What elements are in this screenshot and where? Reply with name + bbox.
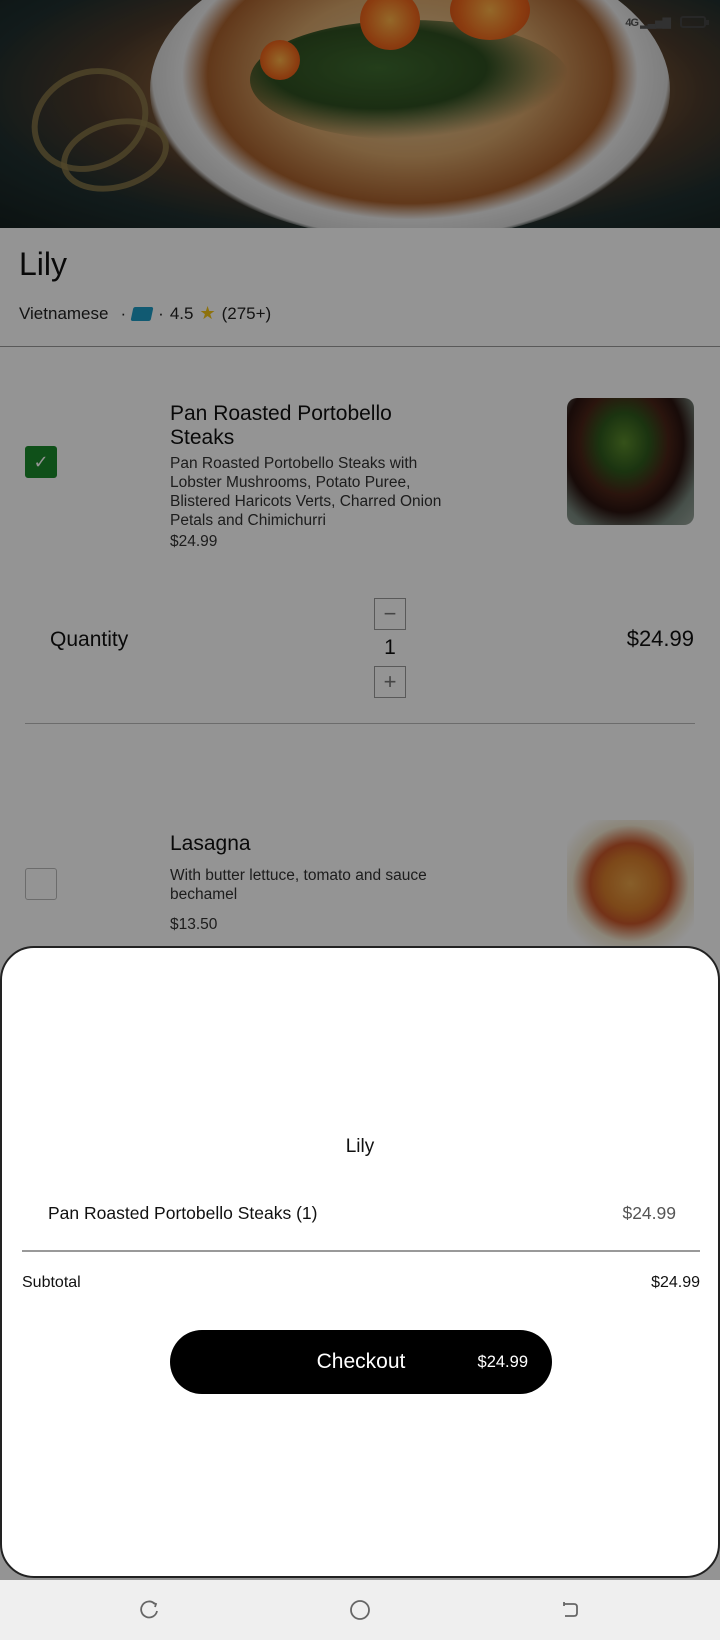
line-item-name: Pan Roasted Portobello Steaks (1) <box>48 1203 318 1223</box>
subtotal-label: Subtotal <box>22 1274 81 1291</box>
system-nav-bar <box>0 1580 720 1640</box>
sheet-title: Lily <box>345 1136 375 1157</box>
subtotal-row: Subtotal $24.99 <box>22 1274 700 1292</box>
checkout-amount: $24.99 <box>477 1353 528 1371</box>
divider <box>22 1250 700 1252</box>
checkout-button[interactable]: Checkout $24.99 <box>170 1330 552 1394</box>
subtotal-value: $24.99 <box>651 1274 700 1291</box>
back-icon[interactable] <box>558 1598 582 1622</box>
line-item-price: $24.99 <box>622 1203 676 1223</box>
recent-apps-icon[interactable] <box>138 1598 162 1622</box>
home-icon[interactable] <box>348 1598 372 1622</box>
order-line-item: Pan Roasted Portobello Steaks (1) $24.99 <box>48 1203 676 1224</box>
cart-bottom-sheet: Lily Pan Roasted Portobello Steaks (1) $… <box>0 946 720 1578</box>
